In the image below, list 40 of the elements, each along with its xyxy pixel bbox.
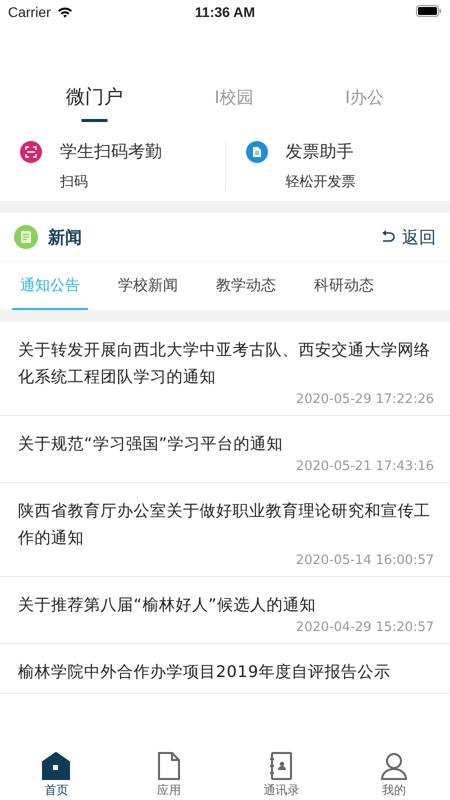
news-item[interactable]: 陕西省教育厅办公室关于做好职业教育理论研究和宣传工作的通知 2020-05-14 16:00:57 [0, 483, 450, 577]
tab-bar-item[interactable]: 我的 [338, 748, 450, 800]
news-time: 2020-04-29 15:20:57 [296, 620, 434, 635]
contacts-book-icon [269, 752, 294, 780]
news-item[interactable]: 榆林学院中外合作办学项目2019年度自评报告公示 [0, 644, 450, 694]
news-time: 2020-05-29 17:22:26 [296, 392, 434, 407]
back-arrow-icon [380, 230, 396, 244]
news-item[interactable]: 关于规范“学习强国”学习平台的通知 2020-05-21 17:43:16 [0, 416, 450, 483]
news-title: 关于转发开展向西北大学中亚考古队、西安交通大学网络化系统工程团队学习的通知 [18, 339, 432, 388]
clock-time: 11:36 AM [194, 4, 256, 20]
news-title: 榆林学院中外合作办学项目2019年度自评报告公示 [18, 661, 392, 683]
category-tab[interactable]: 教学动态 [208, 262, 284, 310]
back-button[interactable]: 返回 [380, 226, 436, 248]
shortcut-subtitle: 轻松开发票 [286, 173, 356, 191]
tab-bar-item[interactable]: 通讯录 [225, 748, 338, 800]
file-icon [156, 752, 181, 780]
news-time: 2020-05-21 17:43:16 [296, 459, 434, 474]
tab-bar-item[interactable]: 首页 [0, 748, 112, 800]
category-tab[interactable]: 科研动态 [306, 262, 382, 310]
news-title: 陕西省教育厅办公室关于做好职业教育理论研究和宣传工作的通知 [18, 500, 432, 549]
home-icon [42, 752, 70, 780]
news-title: 关于推荐第八届“榆林好人”候选人的通知 [18, 594, 318, 616]
scan-icon[interactable] [20, 140, 42, 162]
news-item[interactable]: 关于转发开展向西北大学中亚考古队、西安交通大学网络化系统工程团队学习的通知 2020-05-29 17:22:26 [0, 322, 450, 416]
wifi-icon [56, 6, 73, 18]
portal-tab[interactable]: 微门户 [60, 84, 129, 122]
news-icon [14, 225, 38, 249]
battery-icon [416, 5, 442, 17]
document-icon[interactable] [246, 140, 268, 162]
news-title: 关于规范“学习强国”学习平台的通知 [18, 433, 284, 455]
person-icon [380, 752, 408, 780]
carrier-label: Carrier [8, 4, 51, 20]
shortcut-title[interactable]: 发票助手 [286, 140, 354, 163]
section-title: 新闻 [48, 226, 83, 248]
category-tab[interactable]: 学校新闻 [110, 262, 186, 310]
shortcut-subtitle: 扫码 [60, 173, 89, 191]
news-time: 2020-05-14 16:00:57 [296, 553, 434, 568]
tab-bar-item[interactable]: 应用 [112, 748, 225, 800]
news-item[interactable]: 关于推荐第八届“榆林好人”候选人的通知 2020-04-29 15:20:57 [0, 577, 450, 644]
shortcut-title[interactable]: 学生扫码考勤 [60, 140, 162, 163]
